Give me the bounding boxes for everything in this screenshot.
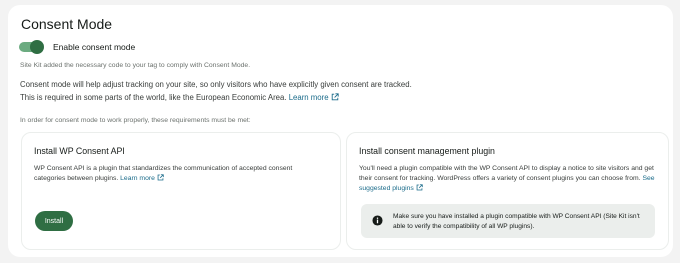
consent-toggle-row: Enable consent mode (19, 40, 136, 54)
card-plugin-title: Install consent management plugin (359, 146, 495, 156)
card-api-title: Install WP Consent API (34, 146, 125, 156)
learn-more-link[interactable]: Learn more (289, 93, 339, 102)
toggle-knob (30, 40, 44, 54)
compatibility-notice: Make sure you have installed a plugin co… (361, 204, 655, 238)
consent-description: Consent mode will help adjust tracking o… (20, 79, 580, 104)
external-link-icon (331, 92, 339, 100)
wp-consent-api-card: Install WP Consent API WP Consent API is… (21, 132, 341, 250)
learn-more-label: Learn more (288, 92, 329, 102)
api-learn-more-link[interactable]: Learn more (120, 174, 164, 182)
card-plugin-text: You'll need a plugin compatible with the… (359, 164, 659, 194)
description-line-2: This is required in some parts of the wo… (20, 92, 287, 102)
tag-note: Site Kit added the necessary code to you… (20, 62, 251, 69)
card-plugin-description: You'll need a plugin compatible with the… (359, 165, 654, 182)
external-link-icon (416, 184, 423, 191)
consent-mode-panel: Consent Mode Enable consent mode Site Ki… (8, 5, 673, 257)
install-button[interactable]: Install (35, 211, 73, 231)
external-link-icon (157, 174, 164, 181)
toggle-label: Enable consent mode (53, 42, 136, 52)
description-line-1: Consent mode will help adjust tracking o… (20, 80, 412, 89)
info-icon (372, 215, 383, 226)
card-api-text: WP Consent API is a plugin that standard… (34, 164, 324, 184)
consent-mode-toggle[interactable] (19, 40, 44, 54)
notice-text: Make sure you have installed a plugin co… (393, 213, 640, 230)
requirements-note: In order for consent mode to work proper… (20, 117, 251, 124)
api-learn-more-label: Learn more (120, 175, 155, 182)
consent-plugin-card: Install consent management plugin You'll… (346, 132, 669, 250)
section-title: Consent Mode (21, 16, 113, 32)
